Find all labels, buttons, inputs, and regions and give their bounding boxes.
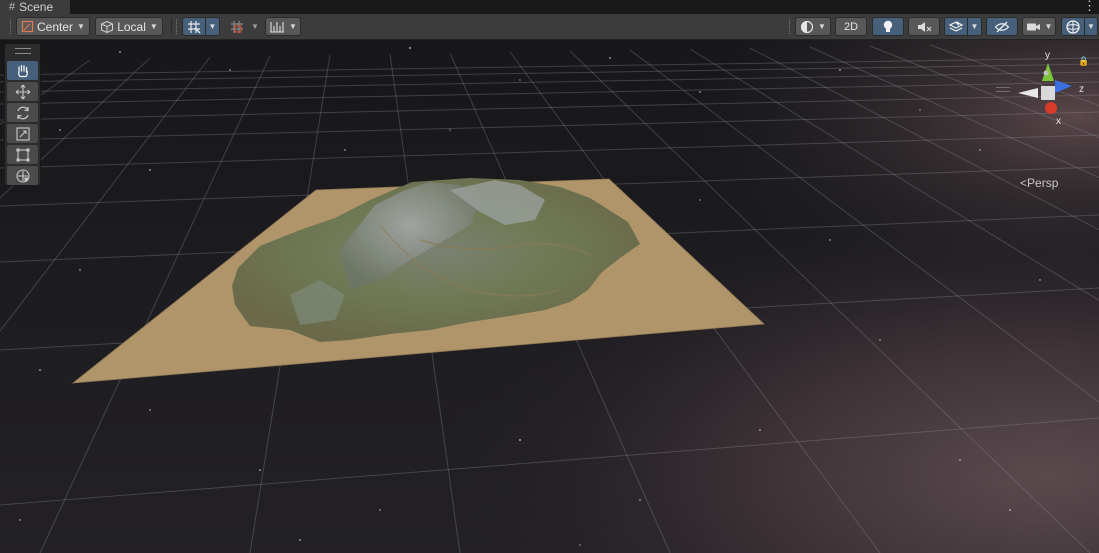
orientation-gizmo[interactable]: 🔒 y z x — [1010, 48, 1095, 143]
neg-y-axis-stub[interactable] — [1043, 70, 1049, 76]
chevron-down-icon: ▼ — [251, 22, 259, 31]
scene-audio-toggle[interactable] — [908, 17, 940, 36]
scale-icon — [15, 126, 30, 141]
scene-render — [0, 40, 1099, 553]
more-options-icon[interactable]: ⋮ — [1083, 0, 1096, 14]
snap-settings-dropdown[interactable]: ▼ — [265, 17, 301, 36]
y-axis-label: y — [1045, 50, 1050, 61]
gizmos-dropdown[interactable]: ▼ — [1084, 17, 1098, 36]
pivot-center-icon — [21, 20, 34, 33]
tools-overlay — [4, 43, 41, 186]
lightbulb-icon — [883, 20, 893, 32]
pivot-mode-dropdown[interactable]: Center ▼ — [16, 17, 90, 36]
chevron-down-icon: ▼ — [208, 22, 217, 31]
pivot-rotation-label: Local — [117, 19, 146, 34]
chevron-down-icon: ▼ — [970, 22, 979, 31]
incremental-snap-icon — [231, 20, 243, 33]
transform-icon — [15, 168, 30, 183]
transform-tool-button[interactable] — [7, 166, 38, 185]
move-tool-button[interactable] — [7, 82, 38, 101]
scene-visibility-toggle[interactable] — [986, 17, 1018, 36]
x-axis-label: x — [1056, 116, 1061, 127]
gizmo-center-cube[interactable] — [1041, 86, 1055, 100]
chevron-down-icon: ▼ — [1044, 22, 1053, 31]
effects-layers-icon — [948, 20, 964, 32]
projection-label: Persp — [1027, 176, 1059, 190]
incremental-snap-dropdown[interactable]: ▼ — [248, 17, 262, 36]
scene-toolbar: Center ▼ Local ▼ ▼ ▼ ▼ ▼ 2D ▼ ▼ ▼ — [0, 14, 1099, 40]
audio-mute-icon — [918, 21, 932, 32]
z-axis-label: z — [1079, 84, 1084, 95]
projection-toggle[interactable]: <Persp — [1020, 176, 1058, 190]
tab-bar: # Scene ⋮ — [0, 0, 1099, 14]
rect-tool-button[interactable] — [7, 145, 38, 164]
shading-mode-icon — [800, 20, 814, 33]
x-axis-cone[interactable] — [1045, 102, 1057, 114]
scene-effects-toggle[interactable] — [944, 17, 968, 36]
grid-snapping-dropdown[interactable]: ▼ — [205, 17, 220, 36]
hand-icon — [17, 64, 28, 77]
tab-scene[interactable]: # Scene — [0, 0, 70, 14]
grid-snap-icon — [188, 20, 201, 33]
scene-camera-dropdown[interactable]: ▼ — [1022, 17, 1056, 36]
cube-icon — [101, 20, 114, 33]
pivot-rotation-dropdown[interactable]: Local ▼ — [95, 17, 163, 36]
scene-lighting-toggle[interactable] — [872, 17, 904, 36]
toolbar-grip[interactable] — [789, 19, 792, 34]
chevron-down-icon: ▼ — [77, 22, 85, 31]
ruler-icon — [270, 21, 285, 33]
chevron-down-icon: ▼ — [818, 22, 826, 31]
grid-snapping-toggle[interactable] — [182, 17, 206, 36]
toolbar-grip[interactable] — [176, 19, 179, 34]
rotate-tool-button[interactable] — [7, 103, 38, 122]
move-arrows-icon — [15, 84, 30, 99]
incremental-snap-toggle[interactable] — [225, 17, 249, 36]
view-tool-button[interactable] — [7, 61, 38, 80]
tab-scene-label: Scene — [19, 0, 54, 14]
toolbar-separator — [171, 19, 172, 34]
lock-icon[interactable]: 🔒 — [1078, 56, 1089, 66]
hidden-eye-icon — [994, 21, 1010, 32]
scene-viewport[interactable]: 🔒 y z x <Persp — [0, 40, 1099, 553]
gizmos-sphere-icon — [1066, 19, 1080, 34]
chevron-down-icon: ▼ — [149, 22, 158, 31]
z-axis-cone[interactable] — [1055, 80, 1072, 93]
2d-mode-label: 2D — [843, 20, 859, 33]
draw-mode-dropdown[interactable]: ▼ — [795, 17, 831, 36]
chevron-down-icon: ▼ — [1087, 22, 1095, 31]
gizmo-drag-handle[interactable] — [996, 87, 1010, 92]
neg-z-axis-cone[interactable] — [1018, 88, 1038, 98]
scale-tool-button[interactable] — [7, 124, 38, 143]
perspective-icon: < — [1020, 176, 1028, 190]
scene-effects-dropdown[interactable]: ▼ — [967, 17, 982, 36]
overlay-drag-handle[interactable] — [15, 48, 31, 54]
rect-transform-icon — [16, 148, 29, 161]
gizmos-toggle[interactable] — [1061, 17, 1085, 36]
camera-icon — [1026, 23, 1040, 30]
grid-icon: # — [9, 1, 16, 13]
chevron-down-icon: ▼ — [289, 22, 297, 31]
2d-mode-button[interactable]: 2D — [835, 17, 867, 36]
pivot-mode-label: Center — [37, 19, 74, 34]
toolbar-grip[interactable] — [10, 19, 13, 34]
rotate-icon — [16, 106, 29, 119]
